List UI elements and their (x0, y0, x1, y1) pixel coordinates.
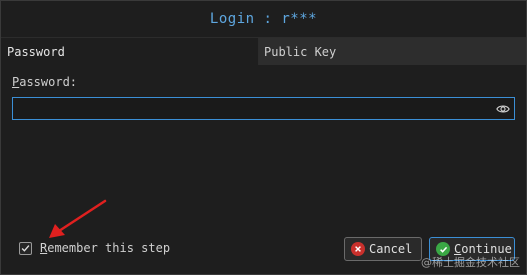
checkmark-icon (21, 244, 30, 252)
password-field (12, 97, 515, 120)
cancel-label: Cancel (369, 242, 413, 256)
eye-icon[interactable] (496, 102, 510, 116)
x-circle-icon (351, 242, 365, 256)
auth-tabs: Password Public Key (1, 38, 526, 65)
remember-step-checkbox[interactable]: Remember this step (19, 241, 170, 255)
title-bar: Login : r*** (1, 1, 526, 38)
login-dialog: Login : r*** Password Public Key Passwor… (0, 0, 527, 275)
remember-step-label: Remember this step (40, 241, 170, 255)
remember-label-text: emember this step (47, 241, 171, 255)
cancel-button[interactable]: Cancel (344, 237, 422, 261)
dialog-title: Login : r*** (209, 11, 318, 27)
tab-public-key[interactable]: Public Key (259, 38, 526, 65)
tab-password[interactable]: Password (1, 38, 259, 65)
password-label: Password: (12, 75, 77, 89)
annotation-arrow-icon (49, 199, 107, 238)
password-input[interactable] (13, 98, 483, 119)
password-label-text: assword: (19, 75, 78, 89)
checkbox-box[interactable] (19, 241, 32, 255)
watermark: @稀土掘金技术社区 (421, 256, 520, 269)
